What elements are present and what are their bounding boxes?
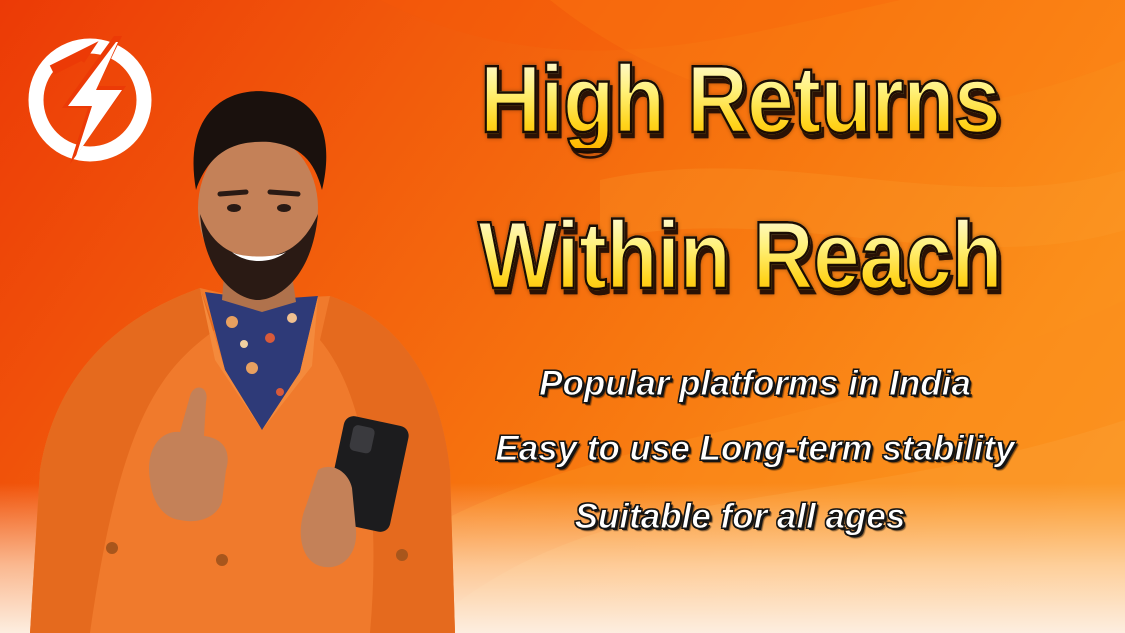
tagline-suitable-for-all-ages: Suitable for all ages (574, 497, 906, 536)
headline-line-1: High Returns (463, 50, 1017, 149)
promo-banner: High Returns Within Reach Popular platfo… (0, 0, 1125, 633)
headline-line-2: Within Reach (463, 206, 1017, 305)
man-in-orange-suit-illustration (30, 91, 455, 633)
tagline-easy-to-use: Easy to use Long-term stability (495, 429, 1015, 468)
tagline-popular-platforms: Popular platforms in India (539, 364, 972, 403)
